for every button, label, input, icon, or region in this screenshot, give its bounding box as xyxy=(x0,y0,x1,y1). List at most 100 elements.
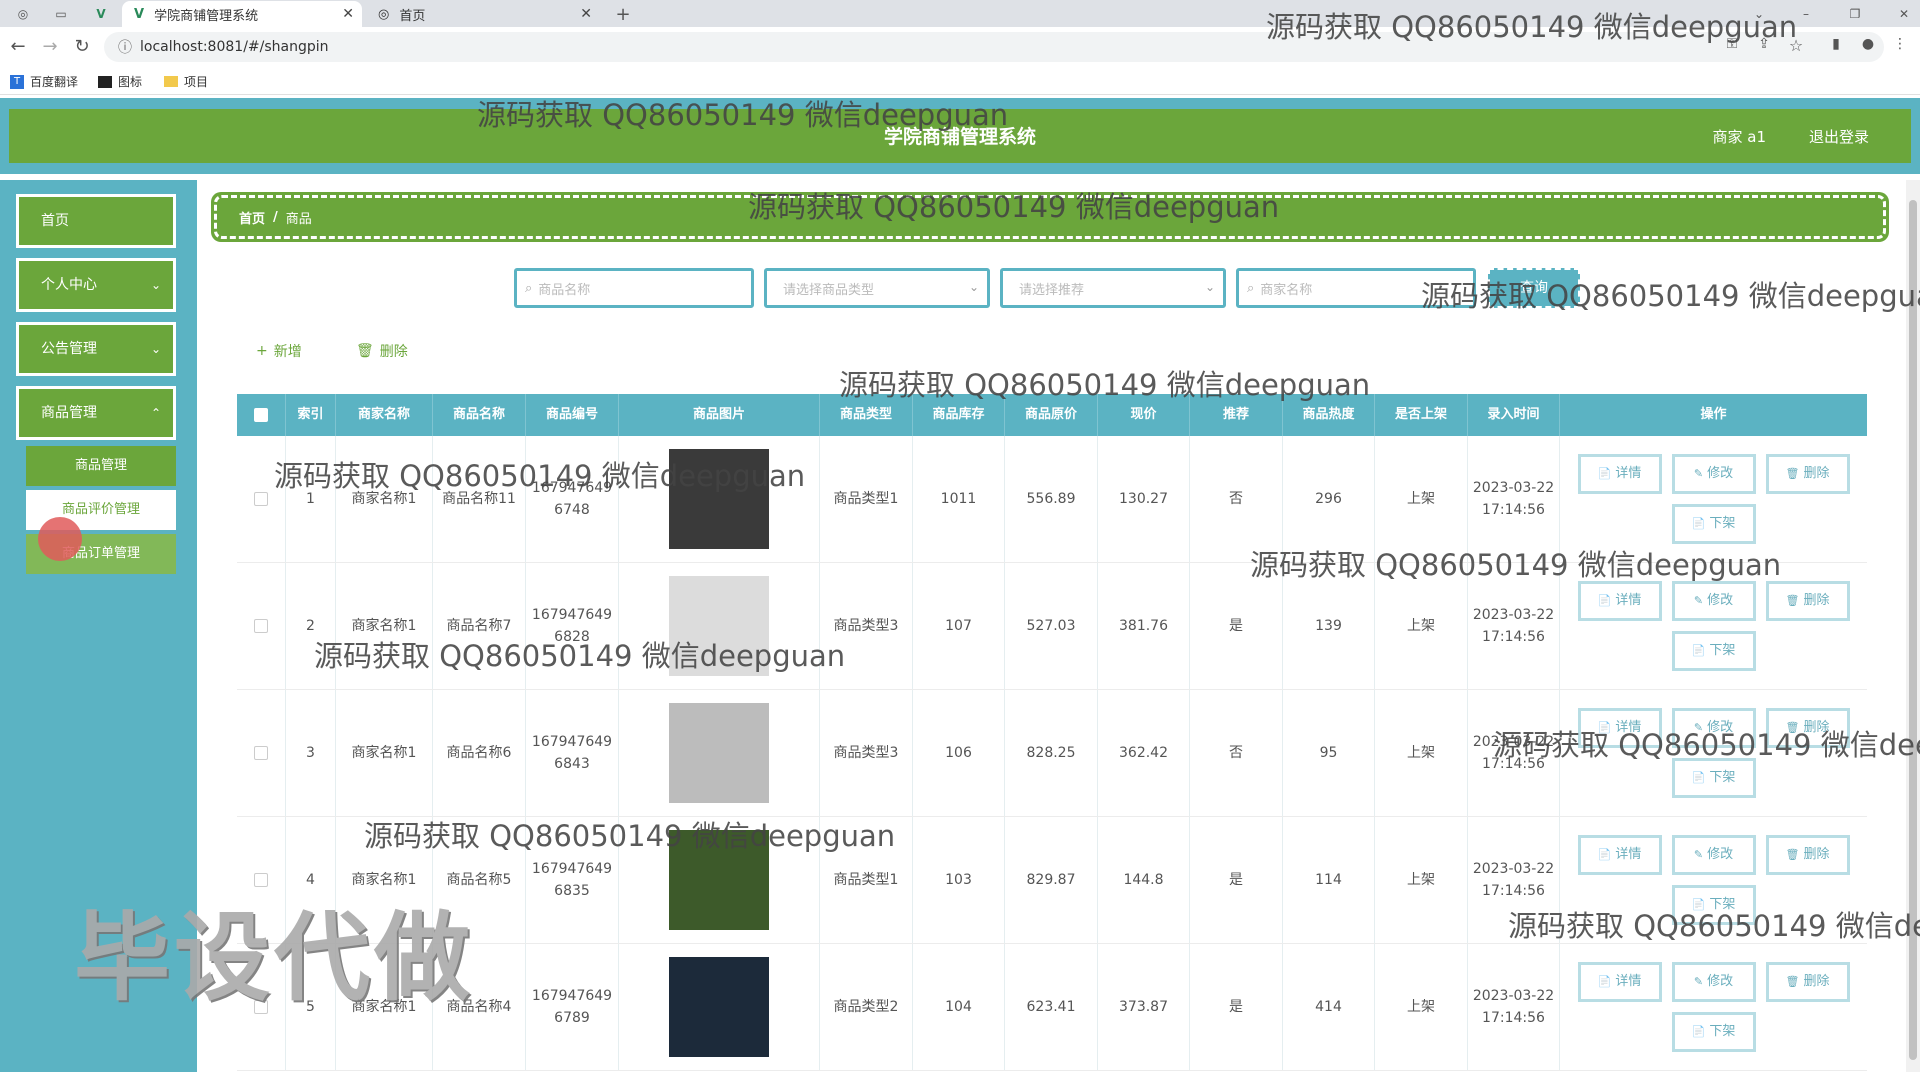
sidebar-item-notice[interactable]: 公告管理 ⌄ xyxy=(16,322,176,376)
sidebar-item-label: 个人中心 xyxy=(41,277,97,293)
document-icon: 📄 xyxy=(1597,721,1612,734)
document-icon: 📄 xyxy=(1691,1025,1706,1038)
add-button[interactable]: + 新增 xyxy=(256,341,302,361)
tab-title: 首页 xyxy=(399,8,426,24)
close-icon[interactable]: ✕ xyxy=(580,6,592,22)
product-type-select[interactable]: 请选择商品类型 ⌄ xyxy=(764,268,990,308)
edit-button[interactable]: ✎ 修改 xyxy=(1671,962,1756,1002)
logout-button[interactable]: 退出登录 xyxy=(1809,109,1869,165)
delete-label: 删除 xyxy=(379,344,408,360)
search-icon: ⌕ xyxy=(1247,280,1255,296)
offshelf-button[interactable]: 📄 下架 xyxy=(1671,631,1756,671)
select-all-cell xyxy=(237,394,286,436)
delete-row-button[interactable]: 🗑 删除 xyxy=(1765,454,1850,494)
trash-icon: 🗑 xyxy=(1785,467,1800,480)
header-cell: 是否上架 xyxy=(1375,394,1468,436)
actions-group: 📄 详情 ✎ 修改 🗑 删除 📄 下架 xyxy=(1576,823,1851,937)
sidebar-item-products[interactable]: 商品管理 ⌃ xyxy=(16,386,176,440)
plus-icon: + xyxy=(256,343,268,359)
cell-onsale: 上架 xyxy=(1375,690,1468,816)
recommend-select[interactable]: 请选择推荐 ⌄ xyxy=(1000,268,1226,308)
new-tab-icon[interactable]: + xyxy=(614,4,632,25)
offshelf-button[interactable]: 📄 下架 xyxy=(1671,504,1756,544)
restore-icon[interactable]: ❐ xyxy=(1846,5,1864,23)
chevron-down-icon[interactable]: ⌄ xyxy=(1750,5,1768,23)
tab-active[interactable]: V 学院商铺管理系统 ✕ xyxy=(122,1,362,27)
edit-button[interactable]: ✎ 修改 xyxy=(1671,835,1756,875)
chevron-down-icon: ⌄ xyxy=(150,342,161,356)
detail-button[interactable]: 📄 详情 xyxy=(1577,835,1662,875)
bookmark-project[interactable]: 项目 xyxy=(164,73,208,90)
profile-icon[interactable]: ● xyxy=(1856,36,1880,52)
browser-tab-bar: ◎ ▭ V V 学院商铺管理系统 ✕ ◎ 首页 ✕ + ⌄ – ❐ ✕ xyxy=(0,0,1920,27)
share-icon[interactable]: ⇪ xyxy=(1752,36,1776,52)
action-label: 删除 xyxy=(1803,974,1830,989)
header-cell: 现价 xyxy=(1098,394,1190,436)
action-label: 详情 xyxy=(1615,593,1642,608)
offshelf-button[interactable]: 📄 下架 xyxy=(1671,758,1756,798)
action-label: 修改 xyxy=(1707,593,1734,608)
sidebar-item-label: 商品管理 xyxy=(41,405,97,421)
row-checkbox[interactable] xyxy=(254,746,268,760)
forward-icon[interactable]: → xyxy=(38,36,62,57)
back-icon[interactable]: ← xyxy=(6,36,30,57)
sidebar-item-home[interactable]: 首页 xyxy=(16,194,176,248)
document-icon: 📄 xyxy=(1597,975,1612,988)
edit-button[interactable]: ✎ 修改 xyxy=(1671,581,1756,621)
detail-button[interactable]: 📄 详情 xyxy=(1577,454,1662,494)
offshelf-button[interactable]: 📄 下架 xyxy=(1671,885,1756,925)
blank-tab-icon[interactable]: ▭ xyxy=(52,5,70,23)
detail-button[interactable]: 📄 详情 xyxy=(1577,962,1662,1002)
close-icon[interactable]: ✕ xyxy=(342,6,354,22)
bookmark-icons[interactable]: 图标 xyxy=(98,73,142,90)
key-icon[interactable]: ⚿ xyxy=(1720,36,1744,52)
chrome-icon[interactable]: ◎ xyxy=(14,5,32,23)
submenu-product-manage[interactable]: 商品管理 xyxy=(26,446,176,486)
placeholder: 商家名称 xyxy=(1260,282,1313,298)
sidebar-item-profile[interactable]: 个人中心 ⌄ xyxy=(16,258,176,312)
delete-row-button[interactable]: 🗑 删除 xyxy=(1765,962,1850,1002)
url-field[interactable]: ⓘ localhost:8081/#/shangpin xyxy=(104,32,1884,62)
header-cell: 商家名称 xyxy=(336,394,433,436)
detail-button[interactable]: 📄 详情 xyxy=(1577,708,1662,748)
actions-group: 📄 详情 ✎ 修改 🗑 删除 📄 下架 xyxy=(1576,696,1851,810)
edit-button[interactable]: ✎ 修改 xyxy=(1671,454,1756,494)
product-name-input[interactable]: ⌕ 商品名称 xyxy=(514,268,754,308)
vue-icon[interactable]: V xyxy=(92,5,110,23)
merchant-name-input[interactable]: ⌕ 商家名称 xyxy=(1236,268,1476,308)
cell-orig: 829.87 xyxy=(1005,817,1098,943)
scrollbar[interactable] xyxy=(1906,180,1920,1072)
bookmark-baidu[interactable]: T 百度翻译 xyxy=(10,73,78,90)
select-all-checkbox[interactable] xyxy=(254,408,268,422)
info-icon: ⓘ xyxy=(118,40,132,56)
cell-onsale: 上架 xyxy=(1375,436,1468,562)
cell-rec: 否 xyxy=(1190,436,1283,562)
vue-icon: V xyxy=(134,6,145,22)
sidepanel-icon[interactable]: ▮ xyxy=(1824,36,1848,52)
cell-index: 2 xyxy=(286,563,336,689)
edit-button[interactable]: ✎ 修改 xyxy=(1671,708,1756,748)
tab-home[interactable]: ◎ 首页 ✕ xyxy=(366,1,600,27)
detail-button[interactable]: 📄 详情 xyxy=(1577,581,1662,621)
scrollbar-thumb[interactable] xyxy=(1909,200,1917,1060)
header-cell: 商品类型 xyxy=(820,394,913,436)
breadcrumb-home[interactable]: 首页 xyxy=(239,208,265,227)
window-close-icon[interactable]: ✕ xyxy=(1895,5,1913,23)
star-icon[interactable]: ☆ xyxy=(1784,36,1808,55)
cell-price: 362.42 xyxy=(1098,690,1190,816)
delete-row-button[interactable]: 🗑 删除 xyxy=(1765,835,1850,875)
delete-row-button[interactable]: 🗑 删除 xyxy=(1765,581,1850,621)
menu-icon[interactable]: ⋮ xyxy=(1888,36,1912,52)
reload-icon[interactable]: ↻ xyxy=(70,36,94,57)
document-icon: 📄 xyxy=(1691,898,1706,911)
minimize-icon[interactable]: – xyxy=(1797,5,1815,23)
row-checkbox[interactable] xyxy=(254,492,268,506)
delete-row-button[interactable]: 🗑 删除 xyxy=(1765,708,1850,748)
row-checkbox[interactable] xyxy=(254,619,268,633)
action-label: 下架 xyxy=(1709,770,1736,785)
header-cell: 商品库存 xyxy=(913,394,1005,436)
delete-button[interactable]: 🗑 删除 xyxy=(356,341,408,361)
offshelf-button[interactable]: 📄 下架 xyxy=(1671,1012,1756,1052)
search-button[interactable]: 查询 xyxy=(1488,268,1580,308)
cell-price: 144.8 xyxy=(1098,817,1190,943)
